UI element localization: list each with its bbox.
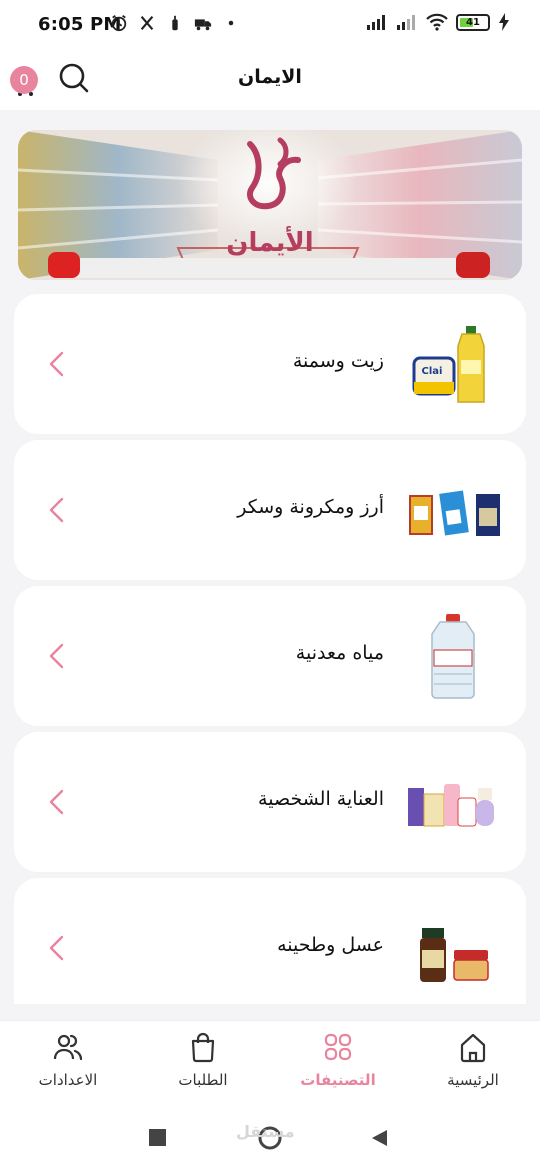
nav-label-orders: الطلبات (178, 1071, 228, 1089)
mineral-water-bottle-image (431, 614, 475, 699)
category-card-honey-tahini[interactable]: عسل وطحينه (14, 878, 526, 1004)
signal-icon (397, 15, 415, 30)
restaurant-icon (140, 15, 154, 31)
categories-icon (324, 1033, 352, 1061)
dot-icon (228, 20, 234, 26)
oil-ghee-products-image: Clai (412, 326, 485, 403)
signal-icon (367, 15, 385, 30)
status-bar: 6:05 PM 41 (0, 0, 540, 48)
nav-label-home: الرئيسية (447, 1071, 499, 1089)
charging-icon (499, 13, 509, 31)
recents-square-icon[interactable] (148, 1128, 168, 1148)
chevron-left-icon (49, 351, 64, 377)
promo-banner[interactable]: الأيمان (18, 130, 522, 280)
honey-tahini-jars-image (420, 928, 489, 982)
app-bar: 0 الايمان (0, 48, 540, 110)
category-card-rice-pasta-sugar[interactable]: أرز ومكرونة وسكر (14, 440, 526, 580)
chevron-left-icon (49, 789, 64, 815)
category-card-personal-care[interactable]: العناية الشخصية (14, 732, 526, 872)
personal-care-products-image (408, 784, 494, 827)
system-navigation-bar: مستقل (0, 1106, 540, 1170)
category-label: العناية الشخصية (258, 788, 384, 810)
nav-tab-categories[interactable]: التصنيفات (283, 1031, 393, 1097)
category-label: أرز ومكرونة وسكر (237, 496, 384, 518)
nav-tab-orders[interactable]: الطلبات (148, 1031, 258, 1097)
chevron-left-icon (49, 643, 64, 669)
page-title: الايمان (238, 66, 302, 88)
battery-icon: 41 (456, 13, 490, 31)
battery-percent: 41 (466, 16, 480, 28)
watermark-text: مستقل (236, 1122, 295, 1141)
category-card-mineral-water[interactable]: مياه معدنية (14, 586, 526, 726)
wifi-icon (426, 13, 448, 31)
shopping-bag-icon (191, 1032, 215, 1063)
chevron-left-icon (49, 935, 64, 961)
home-icon (460, 1033, 486, 1063)
category-label: مياه معدنية (295, 642, 384, 664)
gift-icon (172, 15, 178, 31)
category-label: عسل وطحينه (277, 934, 384, 956)
status-notification-icons (110, 14, 240, 32)
category-label: زيت وسمنة (292, 350, 384, 372)
back-triangle-icon[interactable] (370, 1128, 390, 1148)
category-card-oil-ghee[interactable]: زيت وسمنة Clai (14, 294, 526, 434)
banner-logo-text: الأيمان (226, 228, 314, 258)
status-time: 6:05 PM (38, 14, 122, 35)
nav-tab-home[interactable]: الرئيسية (418, 1031, 528, 1097)
rice-pasta-sugar-image (409, 490, 500, 536)
users-icon (53, 1034, 83, 1061)
chevron-left-icon (49, 497, 64, 523)
nav-label-settings: الاعدادات (38, 1071, 98, 1089)
nav-label-categories: التصنيفات (300, 1071, 376, 1089)
svg-text:Clai: Clai (422, 366, 443, 377)
status-system-icons: 41 (366, 13, 510, 31)
bottom-navigation: الرئيسية التصنيفات الطلبات الاعدادات (0, 1020, 540, 1106)
nav-tab-settings[interactable]: الاعدادات (13, 1031, 123, 1097)
alarm-icon (111, 15, 127, 32)
truck-icon (194, 19, 212, 31)
